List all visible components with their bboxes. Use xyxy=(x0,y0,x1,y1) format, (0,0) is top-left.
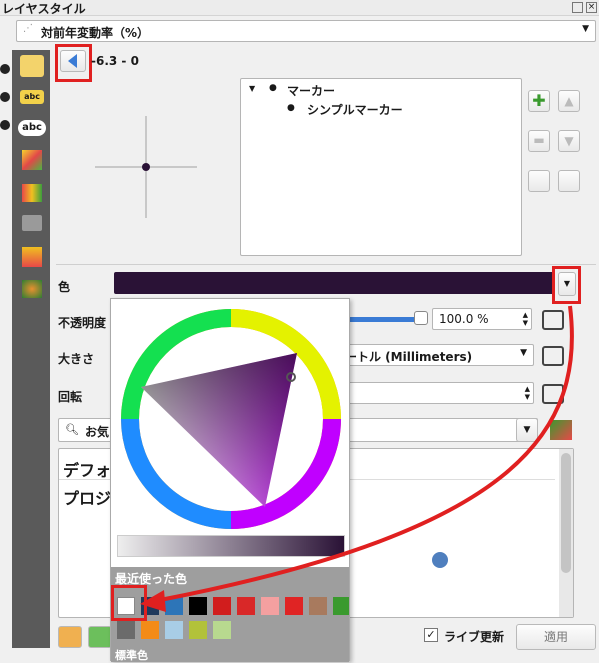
annotation-arrow xyxy=(140,305,574,612)
